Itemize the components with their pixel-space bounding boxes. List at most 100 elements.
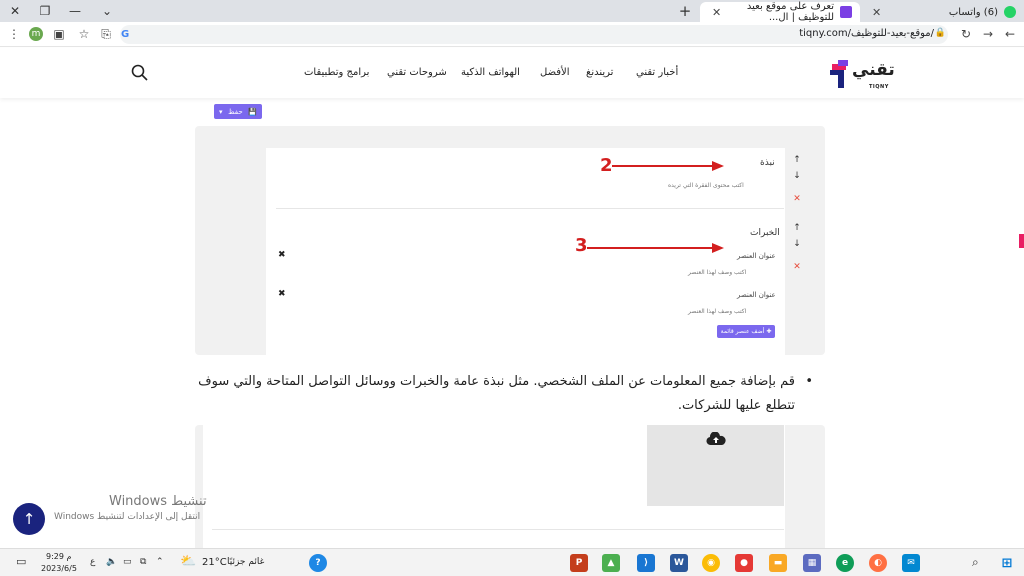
move-up-icon[interactable]: ↑: [791, 223, 803, 233]
google-icon: G: [121, 29, 130, 40]
menu-icon[interactable]: ⋮: [6, 26, 22, 42]
windows-activation-subtitle: انتقل إلى الإعدادات لتنشيط Windows: [54, 512, 201, 522]
nav-item-best[interactable]: الأفضل: [540, 67, 570, 78]
nav-item-tutorials[interactable]: شروحات تقني: [387, 67, 447, 78]
lock-icon[interactable]: 🔒: [935, 28, 946, 38]
list-item-description[interactable]: اكتب وصف لهذا العنصر: [688, 269, 746, 276]
minimize-window-icon[interactable]: —: [60, 0, 90, 22]
volume-icon[interactable]: 🔈: [106, 557, 117, 567]
cloud-upload-icon: [706, 432, 726, 446]
help-app-icon[interactable]: ?: [309, 554, 327, 572]
close-tab-icon[interactable]: ✕: [708, 6, 721, 19]
search-icon[interactable]: [131, 64, 148, 81]
image-upload-area[interactable]: [647, 425, 784, 506]
annotation-number: 2: [600, 155, 613, 176]
nav-item-tech-news[interactable]: أخبار تقني: [636, 67, 678, 78]
list-item-description[interactable]: اكتب وصف لهذا العنصر: [688, 308, 746, 315]
new-tab-button[interactable]: +: [676, 0, 694, 22]
file-explorer-icon[interactable]: ▬: [769, 554, 787, 572]
close-tab-icon[interactable]: ✕: [868, 6, 881, 19]
tab-active[interactable]: تعرف على موقع بعيد للتوظيف | ال... ✕: [700, 1, 860, 23]
delete-item-icon[interactable]: ✖: [278, 289, 286, 299]
site-header: تقني TIQNY أخبار تقني تريندنغ الأفضل اله…: [0, 48, 1024, 98]
scroll-to-top-button[interactable]: ↑: [13, 503, 45, 535]
list-item-title[interactable]: عنوان العنصر: [737, 291, 776, 299]
tab-title: تعرف على موقع بعيد للتوظيف | ال...: [746, 1, 834, 23]
url-text: tiqny.com/موقع-بعيد-للتوظيف/: [799, 28, 934, 39]
close-window-icon[interactable]: ✕: [0, 0, 30, 22]
microsoft-store-icon[interactable]: ▦: [803, 554, 821, 572]
arrow-up-icon: ↑: [22, 510, 36, 528]
weather-icon: ⛅: [180, 554, 197, 569]
nav-item-apps[interactable]: برامج وتطبيقات: [304, 67, 369, 78]
plus-icon: ✚: [764, 328, 772, 335]
remove-section-icon[interactable]: ✕: [791, 262, 803, 272]
add-list-item-label: أضف عنصر قائمة: [720, 328, 765, 335]
annotation-arrow-icon: [587, 243, 724, 253]
photos-app-icon[interactable]: ▲: [602, 554, 620, 572]
add-list-item-button[interactable]: ✚ أضف عنصر قائمة: [717, 325, 775, 338]
whatsapp-favicon-icon: [1004, 6, 1016, 18]
section-title-about[interactable]: نبذة: [760, 158, 775, 168]
language-indicator[interactable]: ع: [90, 557, 95, 567]
edge-icon[interactable]: e: [836, 554, 854, 572]
save-label: حفظ: [228, 107, 243, 116]
chevron-down-icon: ▾: [219, 107, 223, 116]
clock-time[interactable]: 9:29 م: [46, 552, 71, 561]
side-panel-icon[interactable]: ▣: [51, 26, 67, 42]
section-title-experience[interactable]: الخبرات: [750, 228, 780, 238]
share-icon[interactable]: ⎘: [98, 26, 114, 42]
weather-condition[interactable]: غائم جزئيًا: [227, 557, 264, 567]
windows-activation-title: تنشيط Windows: [109, 494, 207, 509]
tab-search-icon[interactable]: ⌄: [92, 0, 122, 22]
save-button[interactable]: 💾 حفظ ▾: [214, 104, 262, 119]
nav-item-trending[interactable]: تريندنغ: [586, 67, 613, 78]
windows-start-icon[interactable]: ⊞: [998, 554, 1016, 572]
forward-icon[interactable]: →: [980, 26, 996, 42]
move-down-icon[interactable]: ↓: [791, 171, 803, 181]
article-text: قم بإضافة جميع المعلومات عن الملف الشخصي…: [198, 374, 795, 413]
move-up-icon[interactable]: ↑: [791, 155, 803, 165]
firefox-icon[interactable]: ◐: [869, 554, 887, 572]
list-item-title[interactable]: عنوان العنصر: [737, 252, 776, 260]
word-icon[interactable]: W: [670, 554, 688, 572]
mail-icon[interactable]: ✉: [902, 554, 920, 572]
annotation-arrow-icon: [612, 161, 724, 171]
address-bar[interactable]: tiqny.com/موقع-بعيد-للتوظيف/ 🔒: [120, 25, 948, 44]
browser-tab-bar: ✕ ❐ — ⌄ + تعرف على موقع بعيد للتوظيف | ا…: [0, 0, 1024, 23]
back-icon[interactable]: ←: [1002, 26, 1018, 42]
windows-taskbar: ▭ 9:29 م 2023/6/5 ع 🔈 ▭ ⧉ ⌃ ⛅ 21°C غائم …: [0, 548, 1024, 576]
battery-icon[interactable]: ▭: [123, 557, 132, 567]
tiqny-favicon-icon: [840, 6, 852, 18]
bookmark-star-icon[interactable]: ☆: [76, 26, 92, 42]
section-about-placeholder[interactable]: اكتب محتوى الفقرة التي تريده: [668, 182, 744, 189]
bullet-icon: •: [805, 374, 813, 389]
side-tab-marker[interactable]: [1019, 234, 1024, 248]
logo-text[interactable]: تقني: [852, 60, 895, 80]
nav-item-smartphones[interactable]: الهواتف الذكية: [461, 67, 520, 78]
section-divider: [276, 208, 784, 209]
app-icon[interactable]: ●: [735, 554, 753, 572]
network-icon[interactable]: ⧉: [140, 557, 146, 567]
weather-temperature[interactable]: 21°C: [202, 557, 227, 568]
show-hidden-icons-icon[interactable]: ⌃: [156, 557, 164, 567]
section-divider: [212, 529, 784, 530]
notification-icon[interactable]: ▭: [16, 555, 26, 568]
search-icon[interactable]: ⌕: [972, 555, 979, 570]
annotation-number: 3: [575, 235, 588, 256]
tab-title: (6) واتساب: [948, 6, 998, 18]
delete-item-icon[interactable]: ✖: [278, 250, 286, 260]
vscode-icon[interactable]: ⟩: [637, 554, 655, 572]
chrome-icon[interactable]: ◉: [702, 554, 720, 572]
remove-section-icon[interactable]: ✕: [791, 194, 803, 204]
clock-date[interactable]: 2023/6/5: [41, 564, 77, 573]
article-paragraph: • قم بإضافة جميع المعلومات عن الملف الشخ…: [195, 370, 813, 418]
profile-avatar[interactable]: m: [29, 27, 43, 41]
browser-toolbar: ⋮ m ▣ ☆ ⎘ tiqny.com/موقع-بعيد-للتوظيف/ 🔒…: [0, 22, 1024, 47]
reload-icon[interactable]: ↻: [958, 26, 974, 42]
restore-window-icon[interactable]: ❐: [30, 0, 60, 22]
move-down-icon[interactable]: ↓: [791, 239, 803, 249]
powerpoint-icon[interactable]: P: [570, 554, 588, 572]
tab-whatsapp[interactable]: (6) واتساب ✕: [860, 2, 1024, 22]
save-disk-icon: 💾: [248, 107, 257, 116]
